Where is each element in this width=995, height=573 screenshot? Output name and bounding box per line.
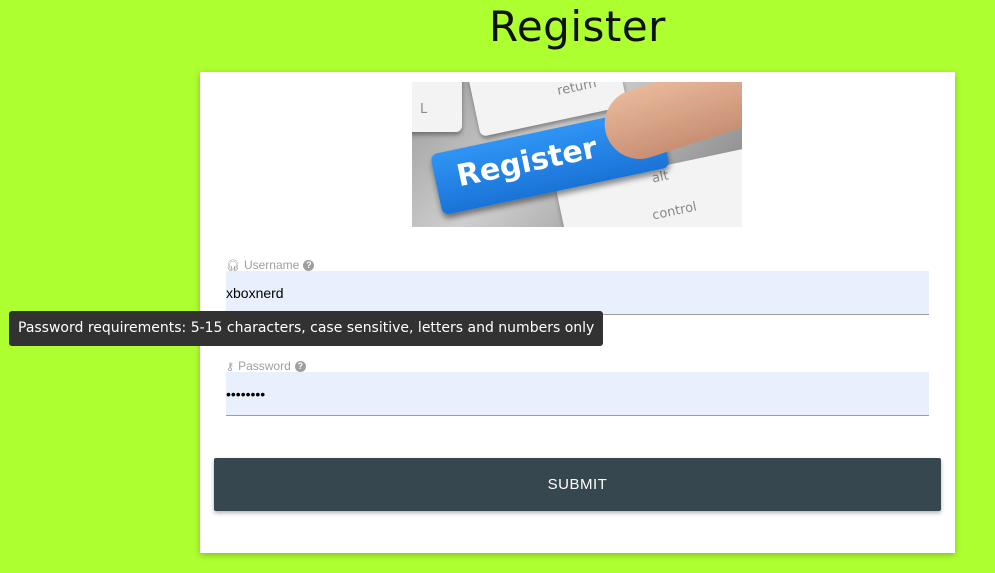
key-label-l: L bbox=[420, 102, 428, 117]
username-label-row: 🎧︎ Username ? bbox=[226, 258, 315, 272]
username-field[interactable] bbox=[226, 271, 929, 315]
username-label: Username bbox=[243, 258, 300, 272]
register-key-label: Register bbox=[453, 130, 601, 195]
password-requirements-tooltip: Password requirements: 5-15 characters, … bbox=[9, 311, 604, 346]
password-field[interactable] bbox=[226, 372, 929, 416]
key-icon: ⚷ bbox=[226, 360, 235, 373]
help-circle-icon[interactable]: ? bbox=[294, 360, 306, 372]
page-title: Register bbox=[489, 2, 666, 51]
register-hero-image: L return alt control Register bbox=[412, 82, 742, 227]
submit-button[interactable]: SUBMIT bbox=[214, 458, 941, 511]
password-label: Password bbox=[238, 359, 291, 373]
headset-icon: 🎧︎ bbox=[226, 259, 240, 272]
help-circle-icon[interactable]: ? bbox=[303, 259, 315, 271]
password-label-row: ⚷ Password ? bbox=[226, 359, 306, 373]
